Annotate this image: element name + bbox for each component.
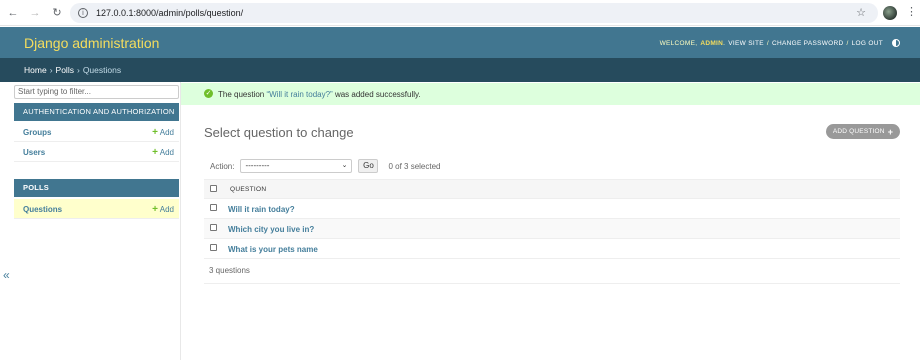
row-checkbox[interactable] <box>210 204 217 211</box>
admin-header: Django administration WELCOME, ADMIN. VI… <box>0 27 920 58</box>
add-users-link[interactable]: + Add <box>152 147 174 158</box>
table-row: Will it rain today? <box>204 199 900 219</box>
selected-count: 0 of 3 selected <box>388 161 441 171</box>
breadcrumb-separator: › <box>49 65 53 75</box>
add-plus-icon: + <box>152 147 158 158</box>
sidebar-item-users: Users + Add <box>14 142 179 162</box>
paginator-divider <box>204 283 900 284</box>
theme-toggle-icon[interactable] <box>892 39 900 47</box>
sidebar-item-groups: Groups + Add <box>14 122 179 142</box>
address-bar[interactable]: i 127.0.0.1:8000/admin/polls/question/ ☆ <box>70 3 878 23</box>
browser-toolbar: ← → ↻ i 127.0.0.1:8000/admin/polls/quest… <box>0 0 920 26</box>
row-checkbox[interactable] <box>210 224 217 231</box>
add-plus-icon: + <box>887 126 894 137</box>
breadcrumb: Home › Polls › Questions <box>0 58 920 82</box>
message-question-link[interactable]: “Will it rain today?” <box>266 90 332 99</box>
breadcrumb-current: Questions <box>82 65 122 75</box>
site-brand[interactable]: Django administration <box>24 35 159 51</box>
table-row: Which city you live in? <box>204 219 900 239</box>
reload-icon[interactable]: ↻ <box>48 4 66 22</box>
url-text: 127.0.0.1:8000/admin/polls/question/ <box>96 8 244 18</box>
add-label: Add <box>159 148 174 157</box>
message-prefix: The question <box>218 89 267 99</box>
add-question-label: Add question <box>832 128 885 135</box>
add-questions-link[interactable]: + Add <box>152 204 174 215</box>
collapse-sidebar-icon[interactable]: « <box>3 268 10 282</box>
question-link[interactable]: Which city you live in? <box>228 225 314 234</box>
user-tools-separator: / <box>766 39 769 47</box>
forward-arrow-icon[interactable]: → <box>26 4 44 22</box>
paginator: 3 questions <box>209 266 250 275</box>
log-out-link[interactable]: LOG OUT <box>852 40 883 47</box>
add-plus-icon: + <box>152 127 158 138</box>
question-link[interactable]: Will it rain today? <box>228 205 295 214</box>
browser-menu-icon[interactable]: ⋮ <box>906 5 917 18</box>
add-question-button[interactable]: Add question + <box>826 124 900 139</box>
table-header-row: Question <box>204 179 900 199</box>
success-message-text: The question “Will it rain today?” was a… <box>218 90 421 99</box>
go-button[interactable]: Go <box>358 159 379 173</box>
sidebar-item-groups-link[interactable]: Groups <box>23 128 51 137</box>
sidebar-item-users-link[interactable]: Users <box>23 148 45 157</box>
add-plus-icon: + <box>152 204 158 215</box>
add-groups-link[interactable]: + Add <box>152 127 174 138</box>
bookmark-star-icon[interactable]: ☆ <box>856 6 866 19</box>
user-tools: WELCOME, ADMIN. VIEW SITE / CHANGE PASSW… <box>660 39 900 47</box>
username: ADMIN <box>700 39 724 47</box>
page-title: Select question to change <box>204 125 354 140</box>
select-all-checkbox[interactable] <box>210 185 217 192</box>
actions-bar: Action: --------- ⌄ Go 0 of 3 selected <box>210 158 441 174</box>
module-caption-polls[interactable]: Polls <box>14 179 179 197</box>
module-caption-auth[interactable]: Authentication and Authorization <box>14 103 179 121</box>
action-label: Action: <box>210 161 235 171</box>
breadcrumb-polls[interactable]: Polls <box>56 65 74 75</box>
back-arrow-icon[interactable]: ← <box>4 4 22 22</box>
welcome-text: WELCOME, <box>659 39 698 47</box>
profile-avatar[interactable] <box>883 6 897 20</box>
chevron-down-icon: ⌄ <box>341 162 348 169</box>
row-checkbox[interactable] <box>210 244 217 251</box>
message-suffix: was added successfully. <box>332 89 421 99</box>
breadcrumb-home[interactable]: Home <box>24 65 47 75</box>
result-list-table: Question Will it rain today? Which city … <box>204 179 900 259</box>
action-select[interactable]: --------- ⌄ <box>240 159 353 173</box>
welcome-period: . <box>723 39 726 47</box>
table-row: What is your pets name <box>204 239 900 259</box>
success-check-icon: ✓ <box>204 89 213 98</box>
column-header-question[interactable]: Question <box>230 186 266 193</box>
site-info-icon[interactable]: i <box>78 8 88 18</box>
sidebar-filter-input[interactable]: Start typing to filter... <box>14 85 179 99</box>
view-site-link[interactable]: VIEW SITE <box>728 40 764 47</box>
question-link[interactable]: What is your pets name <box>228 245 318 254</box>
nav-sidebar: Start typing to filter... Authentication… <box>13 82 181 360</box>
change-password-link[interactable]: CHANGE PASSWORD <box>772 40 844 47</box>
user-tools-separator: / <box>846 39 849 47</box>
add-label: Add <box>159 128 174 137</box>
add-label: Add <box>159 205 174 214</box>
success-message: ✓ The question “Will it rain today?” was… <box>181 83 920 105</box>
breadcrumb-separator: › <box>76 65 80 75</box>
sidebar-item-questions-link[interactable]: Questions <box>23 205 62 214</box>
action-select-value: --------- <box>245 161 270 170</box>
sidebar-item-questions: Questions + Add <box>14 199 179 219</box>
